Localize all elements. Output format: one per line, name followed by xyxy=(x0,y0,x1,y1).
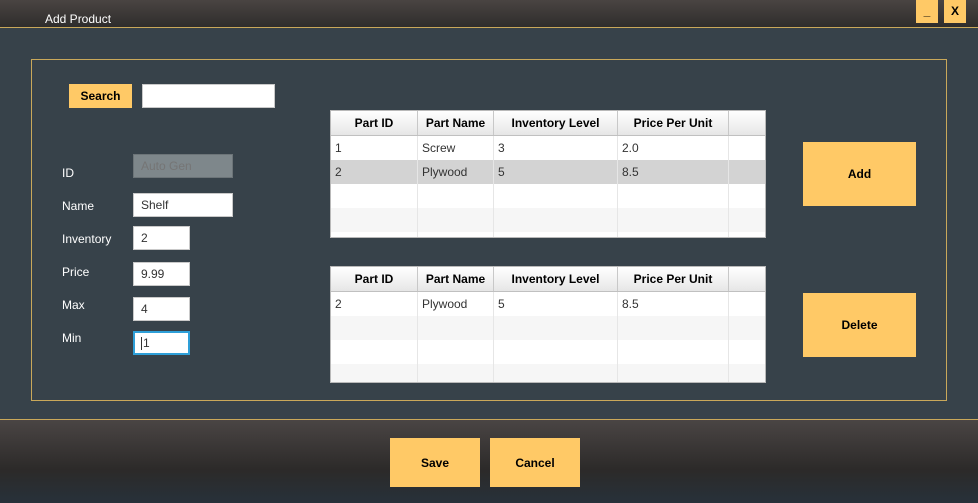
cell-part-id: 2 xyxy=(331,160,418,184)
min-field-value: 1 xyxy=(143,336,150,350)
col-price-per-unit[interactable]: Price Per Unit xyxy=(618,111,729,135)
col-filler xyxy=(729,267,765,291)
cell-price-per-unit: 2.0 xyxy=(618,136,729,160)
empty-row xyxy=(331,232,765,237)
cell-part-name: Screw xyxy=(418,136,494,160)
id-field xyxy=(133,154,233,178)
inventory-label: Inventory xyxy=(62,232,112,246)
inventory-field[interactable] xyxy=(133,226,190,250)
cell-part-id: 2 xyxy=(331,292,418,316)
cell-part-id: 1 xyxy=(331,136,418,160)
min-label: Min xyxy=(62,331,82,345)
col-part-name[interactable]: Part Name xyxy=(418,111,494,135)
col-part-id[interactable]: Part ID xyxy=(331,267,418,291)
name-field[interactable] xyxy=(133,193,233,217)
title-bar: Add Product _ X xyxy=(0,0,978,28)
parts-table-header: Part ID Part Name Inventory Level Price … xyxy=(331,111,765,136)
col-part-id[interactable]: Part ID xyxy=(331,111,418,135)
empty-row xyxy=(331,208,765,232)
save-button[interactable]: Save xyxy=(390,438,480,487)
table-row[interactable]: 2 Plywood 5 8.5 xyxy=(331,292,765,316)
cell-inventory-level: 5 xyxy=(494,160,618,184)
id-label: ID xyxy=(62,166,74,180)
cell-inventory-level: 5 xyxy=(494,292,618,316)
empty-row xyxy=(331,184,765,208)
cell-price-per-unit: 8.5 xyxy=(618,160,729,184)
footer-bar xyxy=(0,419,978,503)
search-input[interactable] xyxy=(142,84,275,108)
price-field[interactable] xyxy=(133,262,190,286)
table-row[interactable]: 1 Screw 3 2.0 xyxy=(331,136,765,160)
cell-price-per-unit: 8.5 xyxy=(618,292,729,316)
max-label: Max xyxy=(62,298,85,312)
delete-button[interactable]: Delete xyxy=(803,293,916,357)
cell-inventory-level: 3 xyxy=(494,136,618,160)
window-title: Add Product xyxy=(45,12,112,26)
empty-row xyxy=(331,316,765,340)
empty-row xyxy=(331,364,765,382)
col-inventory-level[interactable]: Inventory Level xyxy=(494,267,618,291)
cell-filler xyxy=(729,136,765,160)
parts-table[interactable]: Part ID Part Name Inventory Level Price … xyxy=(330,110,766,238)
minimize-button[interactable]: _ xyxy=(916,0,938,23)
cancel-button[interactable]: Cancel xyxy=(490,438,580,487)
associated-table-header: Part ID Part Name Inventory Level Price … xyxy=(331,267,765,292)
close-button[interactable]: X xyxy=(944,0,966,23)
text-caret xyxy=(141,337,142,351)
col-part-name[interactable]: Part Name xyxy=(418,267,494,291)
search-button[interactable]: Search xyxy=(69,84,132,108)
col-filler xyxy=(729,111,765,135)
col-inventory-level[interactable]: Inventory Level xyxy=(494,111,618,135)
cell-filler xyxy=(729,292,765,316)
price-label: Price xyxy=(62,265,90,279)
cell-part-name: Plywood xyxy=(418,160,494,184)
cell-part-name: Plywood xyxy=(418,292,494,316)
table-row-selected[interactable]: 2 Plywood 5 8.5 xyxy=(331,160,765,184)
name-label: Name xyxy=(62,199,95,213)
add-button[interactable]: Add xyxy=(803,142,916,206)
col-price-per-unit[interactable]: Price Per Unit xyxy=(618,267,729,291)
associated-parts-table[interactable]: Part ID Part Name Inventory Level Price … xyxy=(330,266,766,383)
empty-row xyxy=(331,340,765,364)
max-field[interactable] xyxy=(133,297,190,321)
cell-filler xyxy=(729,160,765,184)
min-field[interactable]: 1 xyxy=(133,331,190,355)
